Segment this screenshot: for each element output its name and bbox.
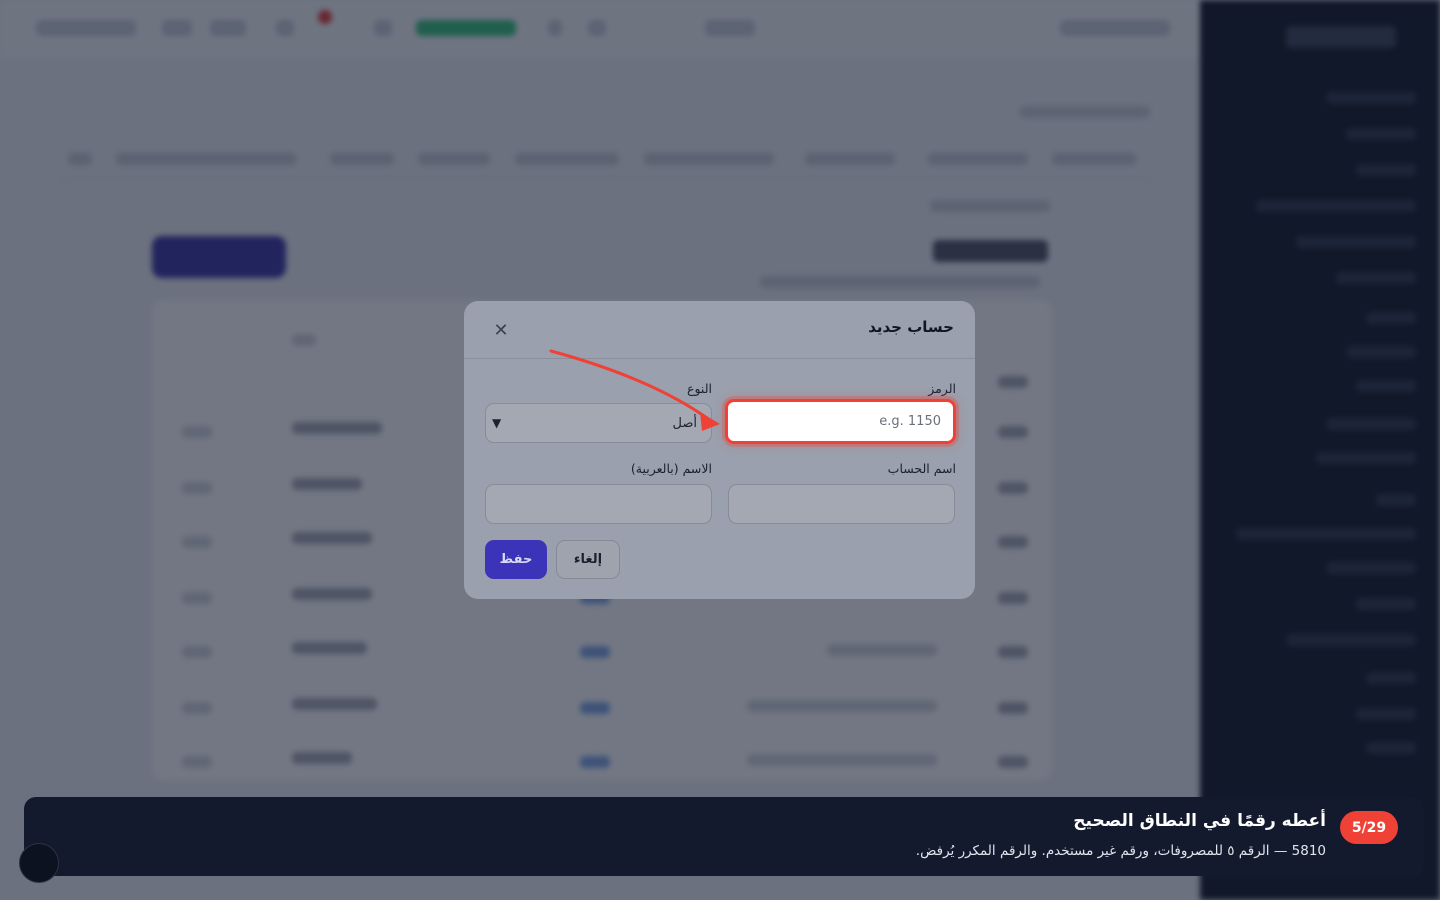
account-name-input[interactable]	[728, 484, 955, 524]
type-label: النوع	[687, 381, 712, 396]
help-button[interactable]	[19, 843, 59, 883]
arabic-name-input[interactable]	[485, 484, 712, 524]
arabic-name-label: الاسم (بالعربية)	[630, 461, 712, 476]
save-button[interactable]: حفظ	[485, 540, 547, 579]
tutorial-title: أعطه رقمًا في النطاق الصحيح	[1073, 811, 1326, 831]
type-select-value: أصل	[672, 415, 698, 431]
step-counter-badge: 5/29	[1340, 811, 1398, 844]
modal-header: حساب جديد ✕	[464, 301, 975, 359]
chevron-down-icon: ▼	[492, 416, 502, 430]
modal-title: حساب جديد	[868, 318, 954, 336]
account-name-label: اسم الحساب	[887, 461, 956, 476]
close-icon[interactable]: ✕	[488, 317, 514, 343]
code-label: الرمز	[928, 381, 956, 396]
tutorial-description: 5810 — الرقم ٥ للمصروفات، ورقم غير مستخد…	[915, 843, 1326, 859]
tutorial-banner: 5/29 أعطه رقمًا في النطاق الصحيح 5810 — …	[24, 797, 1424, 876]
cancel-button[interactable]: إلغاء	[556, 540, 620, 579]
type-select[interactable]: ▼ أصل	[485, 403, 712, 443]
code-input[interactable]	[725, 399, 956, 444]
